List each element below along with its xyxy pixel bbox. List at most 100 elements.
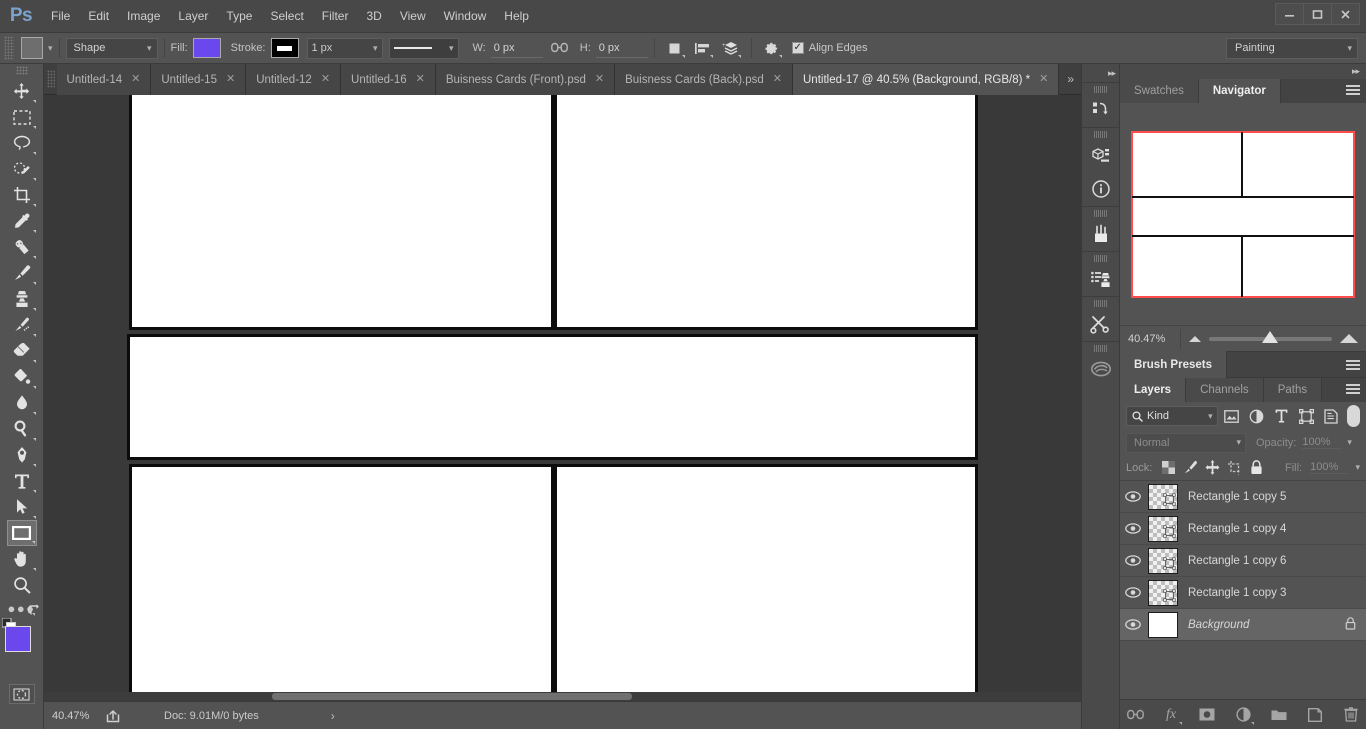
width-input[interactable] <box>490 38 543 58</box>
lock-image-pixels-icon[interactable] <box>1180 458 1200 478</box>
table-row[interactable]: Rectangle 1 copy 5 <box>1120 481 1366 513</box>
link-icon[interactable] <box>550 41 568 56</box>
layer-mask-icon[interactable] <box>1196 704 1218 726</box>
tab-navigator[interactable]: Navigator <box>1198 79 1281 103</box>
menu-file[interactable]: File <box>42 0 79 33</box>
rectangular-marquee-tool[interactable] <box>7 104 37 130</box>
lock-all-icon[interactable] <box>1247 458 1267 478</box>
slider-track[interactable] <box>1209 330 1332 343</box>
new-fill-adjustment-icon[interactable] <box>1232 704 1254 726</box>
history-icon[interactable] <box>1081 93 1120 127</box>
path-operations-icon[interactable] <box>663 36 687 60</box>
crop-tool[interactable] <box>7 182 37 208</box>
blur-tool[interactable] <box>7 390 37 416</box>
type-tool[interactable] <box>7 468 37 494</box>
layer-name[interactable]: Rectangle 1 copy 4 <box>1188 523 1366 535</box>
dodge-tool[interactable] <box>7 416 37 442</box>
menu-filter[interactable]: Filter <box>313 0 358 33</box>
layer-visibility-icon[interactable] <box>1120 491 1146 502</box>
navigator-zoom-value[interactable]: 40.47% <box>1120 333 1180 345</box>
quick-mask-icon[interactable] <box>8 684 35 704</box>
layer-thumbnail[interactable] <box>1148 515 1178 542</box>
tools-panel-grip[interactable] <box>15 66 28 75</box>
layer-name[interactable]: Rectangle 1 copy 3 <box>1188 587 1366 599</box>
stroke-color-swatch[interactable] <box>270 38 299 58</box>
history-brush-tool[interactable] <box>7 312 37 338</box>
doc-tab-untitled-12[interactable]: Untitled-12 ✕ <box>246 64 342 95</box>
doc-tab-business-cards-front[interactable]: Buisness Cards (Front).psd ✕ <box>435 64 616 95</box>
doc-tab-untitled-14[interactable]: Untitled-14 ✕ <box>56 64 152 95</box>
path-arrangement-icon[interactable]: + <box>719 36 743 60</box>
menu-type[interactable]: Type <box>217 0 261 33</box>
path-alignment-icon[interactable] <box>691 36 715 60</box>
chevron-down-icon[interactable]: ▾ <box>1347 437 1352 448</box>
zoom-tool[interactable] <box>7 572 37 598</box>
tab-channels[interactable]: Channels <box>1186 378 1264 402</box>
close-icon[interactable]: ✕ <box>131 74 140 85</box>
rectangle-tool[interactable] <box>6 520 37 546</box>
lock-transparent-pixels-icon[interactable] <box>1158 458 1178 478</box>
slider-knob[interactable] <box>1261 330 1278 343</box>
tab-overflow-icon[interactable]: » <box>1059 64 1081 94</box>
table-row[interactable]: Rectangle 1 copy 4 <box>1120 513 1366 545</box>
doc-tab-business-cards-back[interactable]: Buisness Cards (Back).psd ✕ <box>615 64 793 95</box>
layer-thumbnail[interactable] <box>1148 483 1178 510</box>
hand-tool[interactable] <box>7 546 37 572</box>
panel-menu-icon[interactable] <box>1346 378 1360 402</box>
tool-preset-picker[interactable]: ▾ <box>21 37 53 59</box>
navigator-preview[interactable] <box>1120 103 1366 325</box>
path-selection-tool[interactable] <box>7 494 37 520</box>
panel-menu-icon[interactable] <box>1346 79 1360 103</box>
workspace-select[interactable]: Painting ▾ <box>1226 37 1358 59</box>
zoom-out-icon[interactable] <box>1189 335 1201 342</box>
layer-thumbnail[interactable] <box>1148 611 1178 638</box>
card-top-right[interactable] <box>554 95 978 330</box>
fill-value[interactable]: 100% <box>1310 461 1349 474</box>
share-icon[interactable] <box>100 709 126 723</box>
close-icon[interactable] <box>1331 3 1360 25</box>
layer-visibility-icon[interactable] <box>1120 523 1146 534</box>
3d-icon[interactable] <box>1081 138 1120 172</box>
pen-tool[interactable] <box>7 442 37 468</box>
menu-3d[interactable]: 3D <box>357 0 390 33</box>
layer-name[interactable]: Rectangle 1 copy 6 <box>1188 555 1366 567</box>
layer-thumbnail[interactable] <box>1148 579 1178 606</box>
opacity-value[interactable]: 100% <box>1302 436 1343 449</box>
menu-layer[interactable]: Layer <box>169 0 217 33</box>
clone-stamp-tool[interactable] <box>7 286 37 312</box>
creative-cloud-icon[interactable] <box>1081 352 1120 386</box>
menu-image[interactable]: Image <box>118 0 169 33</box>
panel-grip[interactable] <box>1093 255 1108 262</box>
pixel-layer-filter-icon[interactable] <box>1221 406 1243 426</box>
table-row[interactable]: Background <box>1120 609 1366 641</box>
layer-name[interactable]: Background <box>1188 619 1345 631</box>
link-layers-icon[interactable] <box>1124 704 1146 726</box>
card-bottom-left[interactable] <box>129 464 554 701</box>
layer-name[interactable]: Rectangle 1 copy 5 <box>1188 491 1366 503</box>
lock-all-icon[interactable] <box>1345 616 1356 633</box>
panel-grip[interactable] <box>1093 345 1108 352</box>
align-edges-checkbox[interactable]: ✓ Align Edges <box>791 42 867 54</box>
panel-menu-icon[interactable] <box>1346 352 1360 379</box>
foreground-color-swatch[interactable] <box>4 626 31 652</box>
shape-layer-filter-icon[interactable] <box>1295 406 1317 426</box>
layer-thumbnail[interactable] <box>1148 547 1178 574</box>
filter-toggle[interactable] <box>1347 405 1360 427</box>
card-bottom-right[interactable] <box>554 464 978 701</box>
shape-mode-select[interactable]: Shape ▾ <box>65 37 158 59</box>
menu-view[interactable]: View <box>391 0 435 33</box>
layer-visibility-icon[interactable] <box>1120 555 1146 566</box>
quick-selection-tool[interactable] <box>7 156 37 182</box>
card-middle[interactable] <box>127 334 978 460</box>
eraser-tool[interactable] <box>7 338 37 364</box>
status-expand-icon[interactable]: › <box>331 709 335 723</box>
eyedropper-tool[interactable] <box>7 208 37 234</box>
stroke-width-input[interactable]: 1 px ▾ <box>306 37 383 59</box>
brush-tool[interactable] <box>7 260 37 286</box>
smart-object-filter-icon[interactable] <box>1320 406 1342 426</box>
close-icon[interactable]: ✕ <box>773 74 782 85</box>
gear-icon[interactable] <box>760 36 784 60</box>
lock-position-icon[interactable] <box>1203 458 1223 478</box>
doc-tab-untitled-15[interactable]: Untitled-15 ✕ <box>151 64 247 95</box>
close-icon[interactable]: ✕ <box>595 74 604 85</box>
